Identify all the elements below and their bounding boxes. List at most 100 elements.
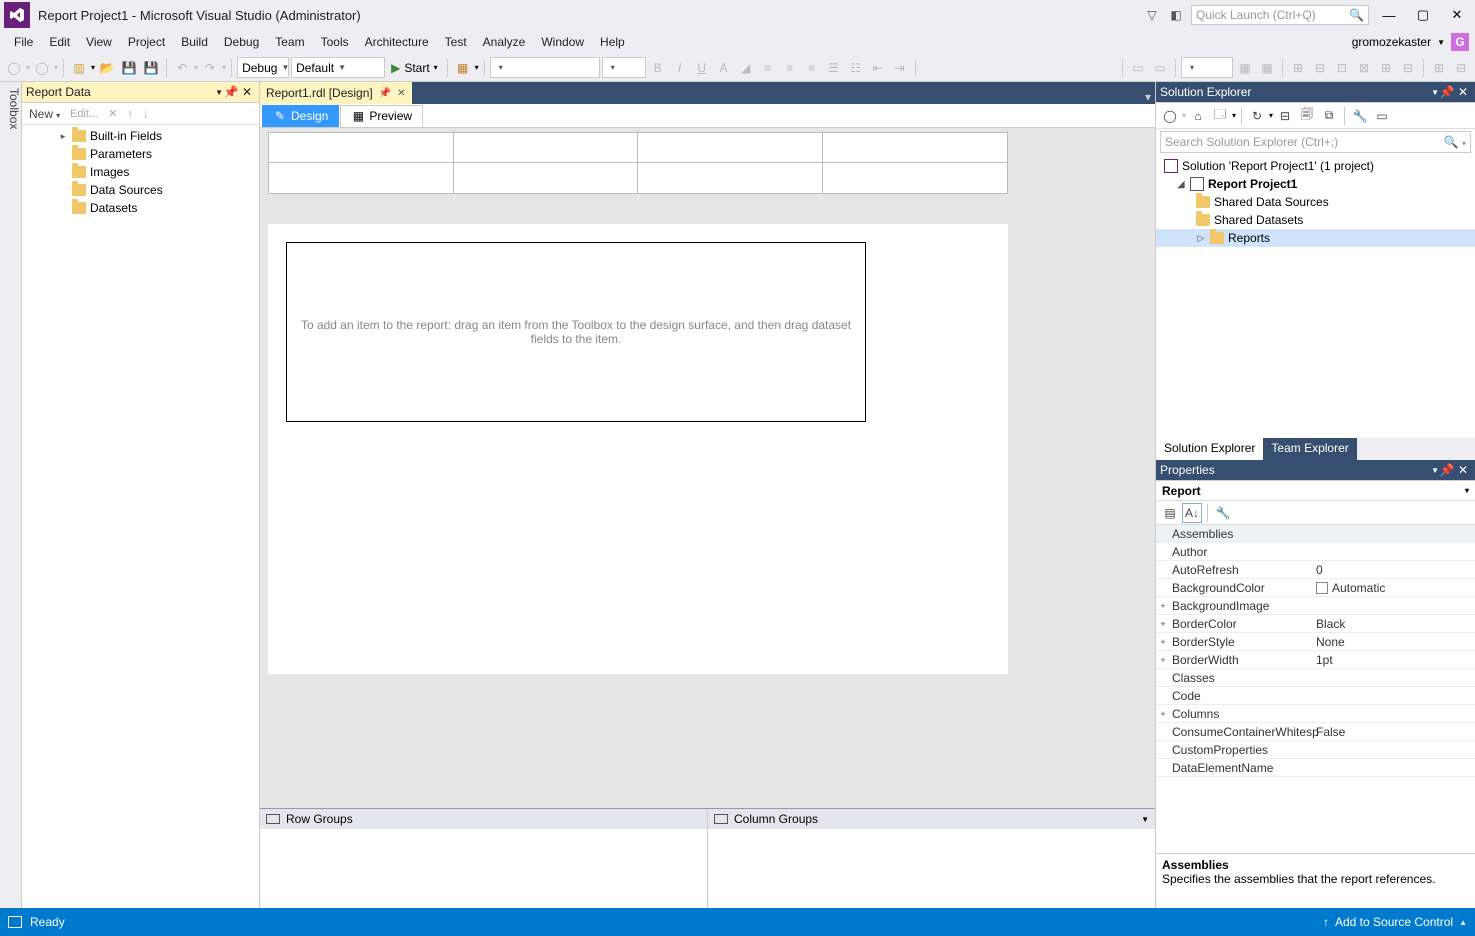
add-source-control-button[interactable]: ↑ Add to Source Control ▲ (1323, 915, 1467, 929)
feedback-icon[interactable]: ◧ (1167, 6, 1185, 24)
property-row[interactable]: +BorderColorBlack (1156, 615, 1475, 633)
groups-dropdown-icon[interactable]: ▼ (1141, 815, 1149, 824)
user-avatar[interactable]: G (1451, 33, 1469, 51)
panel-options-icon[interactable]: ▼ (1431, 88, 1439, 97)
panel-options-icon[interactable]: ▼ (1431, 466, 1439, 475)
tab-pin-icon[interactable]: 📌 (379, 88, 391, 99)
property-row[interactable]: +BackgroundImage (1156, 597, 1475, 615)
categorized-icon[interactable]: ▤ (1160, 503, 1180, 523)
alphabetical-icon[interactable]: A↓ (1182, 503, 1202, 523)
save-button[interactable]: 💾 (119, 58, 139, 78)
tree-item[interactable]: ▸Built-in Fields (22, 127, 259, 145)
close-icon[interactable]: ✕ (1455, 84, 1471, 100)
properties-object-selector[interactable]: Report ▾ (1156, 481, 1475, 501)
properties-header[interactable]: Properties ▼ 📌 ✕ (1156, 460, 1475, 481)
expander-icon[interactable]: ◢ (1176, 179, 1186, 190)
pin-icon[interactable]: 📌 (1439, 462, 1455, 478)
minimize-button[interactable]: — (1375, 5, 1403, 25)
new-project-button[interactable]: ▥ (69, 58, 89, 78)
design-canvas[interactable]: To add an item to the report: drag an it… (260, 128, 1155, 808)
user-dropdown-icon[interactable]: ▼ (1437, 38, 1445, 47)
nav-forward-button[interactable]: ◯ (32, 58, 52, 78)
menu-project[interactable]: Project (120, 32, 173, 52)
project-node[interactable]: ◢ Report Project1 (1156, 175, 1475, 193)
tab-team-explorer[interactable]: Team Explorer (1263, 438, 1356, 460)
toolbox-strip[interactable]: Toolbox (0, 82, 22, 908)
menu-build[interactable]: Build (173, 32, 216, 52)
table-header-row[interactable] (268, 132, 1008, 164)
menu-edit[interactable]: Edit (41, 32, 78, 52)
property-row[interactable]: Author (1156, 543, 1475, 561)
tree-item[interactable]: Parameters (22, 145, 259, 163)
menu-team[interactable]: Team (267, 32, 312, 52)
expander-icon[interactable]: ▷ (1196, 233, 1206, 244)
notification-icon[interactable]: ▽ (1143, 6, 1161, 24)
solution-platform-dropdown[interactable]: Default▼ (291, 57, 385, 78)
se-copy-icon[interactable]: ⧉ (1319, 106, 1339, 126)
se-properties-icon[interactable]: 🔧 (1350, 106, 1370, 126)
document-tab[interactable]: Report1.rdl [Design] 📌 ✕ (260, 82, 412, 104)
menu-tools[interactable]: Tools (313, 32, 357, 52)
property-row[interactable]: CustomProperties (1156, 741, 1475, 759)
new-button[interactable]: New ▾ (26, 106, 63, 122)
start-debug-button[interactable]: ▶Start▾ (387, 57, 442, 78)
se-collapse-icon[interactable]: ⊟ (1275, 106, 1295, 126)
property-row[interactable]: +BorderWidth1pt (1156, 651, 1475, 669)
tab-preview[interactable]: ▦ Preview (340, 105, 423, 127)
tab-design[interactable]: ✎ Design (262, 105, 339, 127)
close-icon[interactable]: ✕ (1455, 462, 1471, 478)
user-name[interactable]: gromozekaster (1352, 35, 1431, 49)
property-row[interactable]: BackgroundColorAutomatic (1156, 579, 1475, 597)
property-row[interactable]: +Columns (1156, 705, 1475, 723)
menu-architecture[interactable]: Architecture (357, 32, 437, 52)
doc-tabs-dropdown-icon[interactable]: ▾ (1145, 90, 1155, 104)
property-pages-icon[interactable]: 🔧 (1213, 503, 1233, 523)
se-refresh-icon[interactable]: ↻ (1247, 106, 1267, 126)
nav-back-button[interactable]: ◯ (4, 58, 24, 78)
tree-item[interactable]: Images (22, 163, 259, 181)
tab-close-icon[interactable]: ✕ (397, 88, 405, 99)
redo-button[interactable]: ↷ (200, 58, 220, 78)
solution-explorer-search[interactable]: Search Solution Explorer (Ctrl+;) 🔍 ▾ (1160, 131, 1471, 153)
menu-debug[interactable]: Debug (216, 32, 267, 52)
property-row[interactable]: +BorderStyleNone (1156, 633, 1475, 651)
tree-item[interactable]: Data Sources (22, 181, 259, 199)
solution-node[interactable]: Solution 'Report Project1' (1 project) (1156, 157, 1475, 175)
property-row[interactable]: Assemblies (1156, 525, 1475, 543)
pin-icon[interactable]: 📌 (1439, 84, 1455, 100)
undo-button[interactable]: ↶ (172, 58, 192, 78)
title-bar[interactable]: Report Project1 - Microsoft Visual Studi… (0, 0, 1475, 30)
property-row[interactable]: Code (1156, 687, 1475, 705)
tree-item[interactable]: Datasets (22, 199, 259, 217)
quick-launch-input[interactable]: Quick Launch (Ctrl+Q) 🔍 (1191, 5, 1369, 25)
folder-node[interactable]: Shared Data Sources (1156, 193, 1475, 211)
maximize-button[interactable]: ▢ (1409, 5, 1437, 25)
save-all-button[interactable]: 💾 (141, 58, 161, 78)
open-file-button[interactable]: 📂 (97, 58, 117, 78)
se-preview-icon[interactable]: ▭ (1372, 106, 1392, 126)
tool-button[interactable]: ▦ (453, 58, 473, 78)
column-groups-panel[interactable]: Column Groups ▼ (708, 809, 1155, 908)
folder-node[interactable]: Shared Datasets (1156, 211, 1475, 229)
solution-explorer-header[interactable]: Solution Explorer ▼ 📌 ✕ (1156, 82, 1475, 103)
menu-view[interactable]: View (78, 32, 120, 52)
table-header-row-2[interactable] (268, 162, 1008, 194)
se-showall-icon[interactable]: 🗐 (1297, 106, 1317, 126)
report-data-header[interactable]: Report Data ▼ 📌 ✕ (22, 82, 259, 103)
pin-icon[interactable]: 📌 (223, 84, 239, 100)
expander-icon[interactable]: ▸ (58, 131, 68, 142)
close-button[interactable]: ✕ (1443, 5, 1471, 25)
close-icon[interactable]: ✕ (239, 84, 255, 100)
menu-window[interactable]: Window (533, 32, 592, 52)
property-row[interactable]: AutoRefresh0 (1156, 561, 1475, 579)
menu-test[interactable]: Test (437, 32, 475, 52)
property-row[interactable]: Classes (1156, 669, 1475, 687)
report-body[interactable]: To add an item to the report: drag an it… (286, 242, 866, 422)
property-row[interactable]: DataElementName (1156, 759, 1475, 777)
tab-solution-explorer[interactable]: Solution Explorer (1156, 438, 1263, 460)
menu-file[interactable]: File (6, 32, 41, 52)
property-row[interactable]: ConsumeContainerWhitespFalse (1156, 723, 1475, 741)
panel-options-icon[interactable]: ▼ (215, 88, 223, 97)
folder-node-reports[interactable]: ▷ Reports (1156, 229, 1475, 247)
menu-analyze[interactable]: Analyze (475, 32, 534, 52)
